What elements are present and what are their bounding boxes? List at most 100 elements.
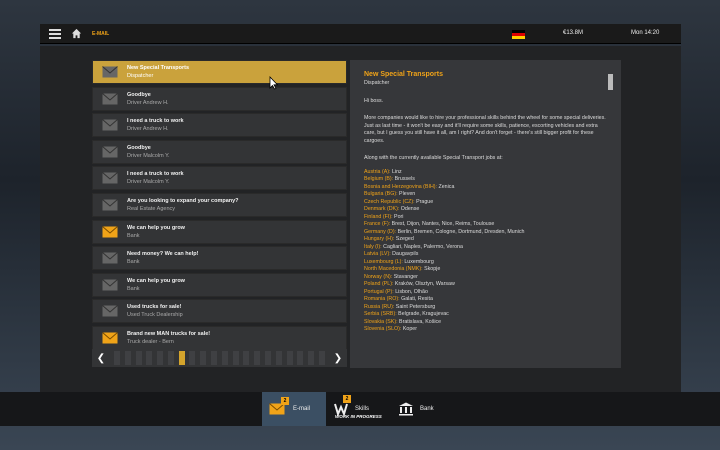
jobs-intro: Along with the currently available Speci… [364,155,503,161]
mouse-cursor-icon [269,76,279,90]
job-row: Denmark (DK): Odense [364,206,607,214]
message-list-item[interactable]: Goodbye Driver Andrew H. [92,86,347,111]
job-country: Portugal (P): [364,288,394,295]
page-dot[interactable] [286,351,293,365]
job-cities: Brussels [393,176,415,182]
page-dot[interactable] [221,351,228,365]
job-row: Bosnia and Herzegovina (BIH): Zenica [364,184,607,192]
message-list-item[interactable]: I need a truck to work Driver Andrew H. [92,113,347,138]
unread-envelope-icon [102,332,118,344]
message-from: Used Truck Dealership [127,312,183,319]
job-cities: Saint Petersburg [394,303,436,310]
message-from: Driver Andrew H. [127,99,169,106]
job-country: Norway (N): [364,273,393,280]
message-from: Truck dealer - Bern [127,339,174,345]
tab-skills-label: Skills [355,406,370,412]
message-subject: I need a truck to work [127,171,184,178]
message-list-item[interactable]: Brand new MAN trucks for sale! Truck deal… [92,326,347,350]
page-dot[interactable] [200,351,207,365]
page-indicator [110,351,329,365]
message-list-item[interactable]: New Special Transports Dispatcher [92,60,347,84]
job-row: Norway (N): Stavanger [364,274,607,282]
job-country: Finland (FI): [364,213,393,220]
read-envelope-icon [102,66,118,78]
message-list-item[interactable]: We can help you grow Bank [92,219,347,244]
job-cities: Pleven [397,191,416,197]
job-cities: Pori [392,213,404,220]
page-dot[interactable] [178,351,185,365]
menu-icon[interactable] [49,28,61,39]
job-country: Serbia (SRB): [364,311,397,317]
read-envelope-icon [102,145,118,158]
page-dot[interactable] [232,351,239,365]
job-country: Luxembourg (L): [364,258,403,265]
job-row: Latvia (LV): Daugavpils [364,251,607,259]
message-from: Driver Malcolm Y. [127,152,170,159]
tab-skills[interactable]: 2 Skills WORK IN PROGRESS [330,392,390,426]
message-list-item[interactable]: Are you looking to expand your company? R… [92,193,347,217]
message-subject: We can help you grow [127,277,185,284]
message-list: New Special Transports Dispatcher Goodbye D… [92,60,347,376]
job-row: Italy (I): Cagliari, Naples, Palermo, Ve… [364,244,607,252]
page-dot[interactable] [264,351,271,365]
home-icon[interactable] [71,28,82,39]
page-dot[interactable] [254,351,261,365]
job-cities: Stavanger [392,273,418,280]
prev-page-button[interactable]: ❮ [92,349,110,367]
page-dot[interactable] [157,351,164,365]
page-dot[interactable] [308,351,315,365]
page-dot[interactable] [167,351,174,365]
page-dot[interactable] [124,351,131,365]
money-balance: €13.8M [563,30,584,36]
message-list-item[interactable]: Goodbye Driver Malcolm Y. [92,139,347,164]
message-pager: ❮ ❯ [92,349,347,367]
page-dot[interactable] [146,351,153,365]
job-country: France (F): [364,221,391,227]
read-envelope-icon [102,252,118,264]
jobs-list: Austria (A): Linz Belgium (B): Brussels Bo… [364,169,607,334]
job-cities: Szeged [394,236,414,242]
message-greeting: Hi boss. [364,97,384,104]
page-dot[interactable] [318,351,325,365]
job-row: Czech Republic (CZ): Prague [364,199,607,207]
job-cities: Zenica [437,183,455,190]
message-list-item[interactable]: We can help you grow Bank [92,272,347,297]
read-envelope-icon [102,92,118,105]
job-cities: Bratislava, Košice [397,318,442,325]
message-list-item[interactable]: Need money? We can help! Bank [92,246,347,271]
tab-email[interactable]: 2 E-mail [262,392,326,426]
bottom-nav: 2 E-mail 2 Skills WORK IN PROGRESS Bank [0,392,720,426]
page-dot[interactable] [114,351,120,365]
skills-badge: 2 [343,395,351,403]
page-dot[interactable] [297,351,304,365]
tab-email-label: E-mail [293,406,311,412]
page-dot[interactable] [243,351,250,365]
job-cities: Belgrade, Kragujevac [396,311,449,317]
job-row: Serbia (SRB): Belgrade, Kragujevac [364,311,607,319]
tab-bank-label: Bank [420,406,434,412]
message-subject: New Special Transports [127,65,190,71]
page-dot[interactable] [275,351,282,365]
page-dot[interactable] [189,351,196,365]
job-country: North Macedonia (NMK): [364,266,423,272]
job-country: Denmark (DK): [364,206,400,212]
job-row: Romania (RO): Galati, Resita [364,296,607,304]
message-list-item[interactable]: Used trucks for sale! Used Truck Dealersh… [92,299,347,324]
job-country: Belgium (B): [364,176,394,182]
message-list-item[interactable]: I need a truck to work Driver Malcolm Y. [92,166,347,191]
message-from: Driver Malcolm Y. [127,179,170,186]
email-window: New Special Transports Dispatcher Goodbye D… [40,46,681,392]
page-dot[interactable] [135,351,142,365]
reader-scrollbar[interactable] [608,74,613,90]
job-country: Romania (RO): [364,296,400,302]
job-country: Austria (A): [364,168,391,175]
job-cities: Linz [390,168,402,175]
page-dot[interactable] [211,351,218,365]
tab-bank[interactable]: Bank [394,392,444,426]
next-page-button[interactable]: ❯ [329,349,347,367]
job-cities: Berlin, Bremen, Cologne, Dortmund, Dresd… [396,228,525,235]
message-from: Bank [127,259,140,266]
germany-flag-icon [512,30,525,39]
read-envelope-icon [102,119,118,131]
job-row: Austria (A): Linz [364,169,607,177]
